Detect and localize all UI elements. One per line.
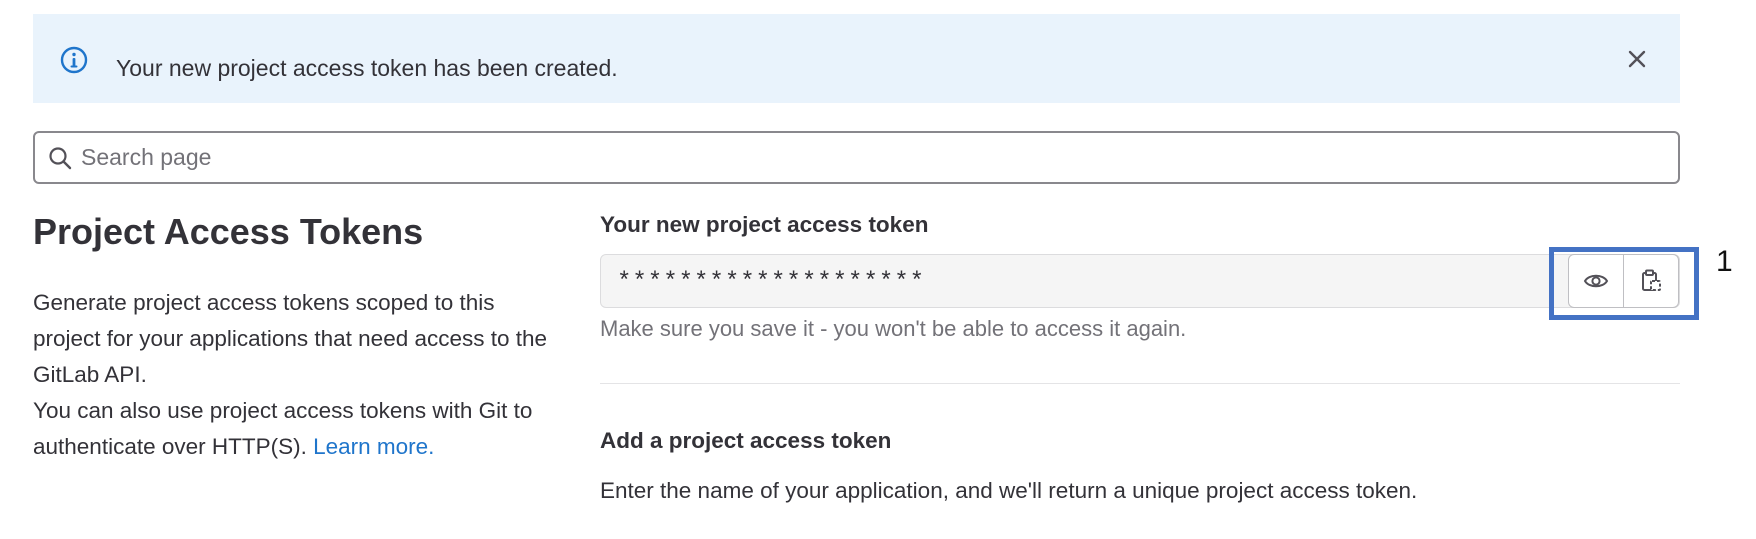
annotation-highlight-box (1549, 247, 1699, 320)
token-help-text: Make sure you save it - you won't be abl… (600, 316, 1187, 341)
description-text: You can also use project access tokens w… (33, 398, 533, 459)
description-paragraph: You can also use project access tokens w… (33, 393, 553, 465)
add-token-description: Enter the name of your application, and … (600, 478, 1418, 503)
search-icon (49, 147, 72, 170)
alert-message: Your new project access token has been c… (116, 55, 618, 81)
section-divider (600, 383, 1680, 384)
add-token-title: Add a project access token (600, 428, 892, 453)
search-input[interactable] (81, 133, 1661, 182)
close-icon[interactable] (1622, 44, 1652, 74)
page-title: Project Access Tokens (33, 211, 424, 252)
sidebar-description: Generate project access tokens scoped to… (33, 285, 553, 465)
token-created-alert: Your new project access token has been c… (33, 14, 1680, 103)
annotation-label: 1 (1716, 245, 1733, 278)
token-field: ******************** (600, 254, 1680, 308)
description-paragraph: Generate project access tokens scoped to… (33, 290, 548, 387)
token-label: Your new project access token (600, 212, 929, 237)
learn-more-link[interactable]: Learn more. (313, 434, 434, 459)
info-icon (60, 46, 88, 74)
token-value: ******************** (617, 269, 926, 296)
search-box (33, 131, 1680, 184)
